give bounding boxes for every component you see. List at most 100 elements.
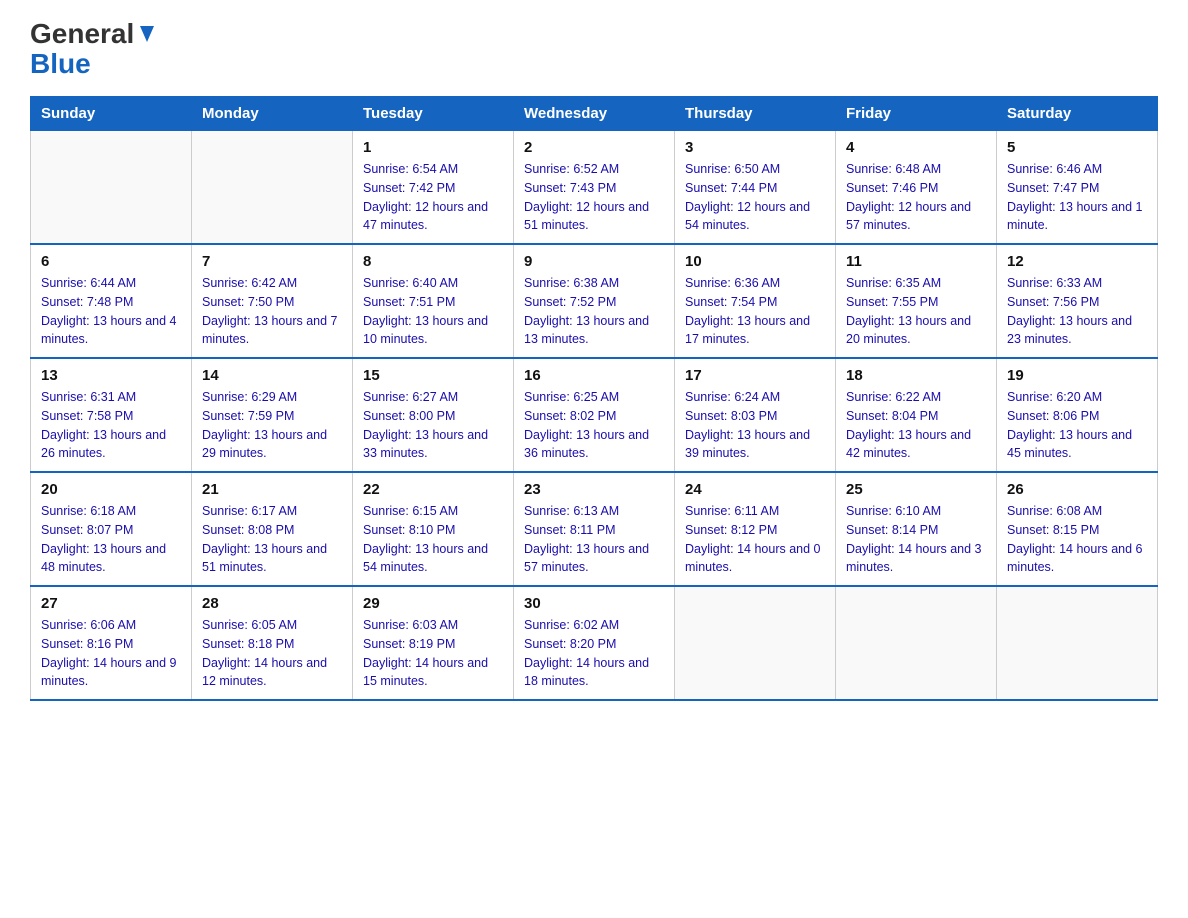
daylight-text: Daylight: 13 hours and 7 minutes. xyxy=(202,312,342,350)
sunset-text: Sunset: 8:07 PM xyxy=(41,521,181,540)
day-number: 26 xyxy=(1007,481,1147,498)
sun-info: Sunrise: 6:10 AMSunset: 8:14 PMDaylight:… xyxy=(846,502,986,577)
daylight-text: Daylight: 13 hours and 23 minutes. xyxy=(1007,312,1147,350)
daylight-text: Daylight: 13 hours and 10 minutes. xyxy=(363,312,503,350)
day-number: 17 xyxy=(685,367,825,384)
calendar-cell xyxy=(31,131,192,245)
sun-info: Sunrise: 6:50 AMSunset: 7:44 PMDaylight:… xyxy=(685,160,825,235)
sunrise-text: Sunrise: 6:29 AM xyxy=(202,388,342,407)
sunset-text: Sunset: 8:03 PM xyxy=(685,407,825,426)
day-number: 30 xyxy=(524,595,664,612)
sun-info: Sunrise: 6:38 AMSunset: 7:52 PMDaylight:… xyxy=(524,274,664,349)
daylight-text: Daylight: 13 hours and 54 minutes. xyxy=(363,540,503,578)
sunset-text: Sunset: 8:06 PM xyxy=(1007,407,1147,426)
daylight-text: Daylight: 13 hours and 42 minutes. xyxy=(846,426,986,464)
sunrise-text: Sunrise: 6:33 AM xyxy=(1007,274,1147,293)
calendar-cell: 11Sunrise: 6:35 AMSunset: 7:55 PMDayligh… xyxy=(836,244,997,358)
sunset-text: Sunset: 7:50 PM xyxy=(202,293,342,312)
day-number: 23 xyxy=(524,481,664,498)
sunrise-text: Sunrise: 6:15 AM xyxy=(363,502,503,521)
sun-info: Sunrise: 6:46 AMSunset: 7:47 PMDaylight:… xyxy=(1007,160,1147,235)
sun-info: Sunrise: 6:36 AMSunset: 7:54 PMDaylight:… xyxy=(685,274,825,349)
week-row-2: 6Sunrise: 6:44 AMSunset: 7:48 PMDaylight… xyxy=(31,244,1158,358)
calendar-cell: 22Sunrise: 6:15 AMSunset: 8:10 PMDayligh… xyxy=(353,472,514,586)
sunset-text: Sunset: 8:15 PM xyxy=(1007,521,1147,540)
daylight-text: Daylight: 14 hours and 0 minutes. xyxy=(685,540,825,578)
week-row-5: 27Sunrise: 6:06 AMSunset: 8:16 PMDayligh… xyxy=(31,586,1158,700)
sunset-text: Sunset: 7:42 PM xyxy=(363,179,503,198)
sun-info: Sunrise: 6:03 AMSunset: 8:19 PMDaylight:… xyxy=(363,616,503,691)
day-number: 4 xyxy=(846,139,986,156)
sun-info: Sunrise: 6:27 AMSunset: 8:00 PMDaylight:… xyxy=(363,388,503,463)
calendar-table: SundayMondayTuesdayWednesdayThursdayFrid… xyxy=(30,96,1158,701)
sunset-text: Sunset: 8:10 PM xyxy=(363,521,503,540)
day-header-sunday: Sunday xyxy=(31,97,192,131)
daylight-text: Daylight: 12 hours and 51 minutes. xyxy=(524,198,664,236)
sunrise-text: Sunrise: 6:25 AM xyxy=(524,388,664,407)
daylight-text: Daylight: 13 hours and 29 minutes. xyxy=(202,426,342,464)
daylight-text: Daylight: 13 hours and 51 minutes. xyxy=(202,540,342,578)
day-number: 28 xyxy=(202,595,342,612)
sunset-text: Sunset: 8:02 PM xyxy=(524,407,664,426)
calendar-cell: 28 Sunrise: 6:05 AMSunset: 8:18 PMDayligh… xyxy=(192,586,353,700)
sunrise-text: Sunrise: 6:52 AM xyxy=(524,160,664,179)
daylight-text: Daylight: 13 hours and 13 minutes. xyxy=(524,312,664,350)
calendar-cell xyxy=(836,586,997,700)
sunrise-text: Sunrise: 6:27 AM xyxy=(363,388,503,407)
calendar-cell: 15Sunrise: 6:27 AMSunset: 8:00 PMDayligh… xyxy=(353,358,514,472)
sun-info: Sunrise: 6:29 AMSunset: 7:59 PMDaylight:… xyxy=(202,388,342,463)
calendar-cell: 4Sunrise: 6:48 AMSunset: 7:46 PMDaylight… xyxy=(836,131,997,245)
sunset-text: Sunset: 7:58 PM xyxy=(41,407,181,426)
sunset-text: Sunset: 7:52 PM xyxy=(524,293,664,312)
calendar-cell: 26 Sunrise: 6:08 AMSunset: 8:15 PMDayligh… xyxy=(997,472,1158,586)
sunrise-text: Sunrise: 6:42 AM xyxy=(202,274,342,293)
sun-info: Sunrise: 6:44 AMSunset: 7:48 PMDaylight:… xyxy=(41,274,181,349)
sunrise-text: Sunrise: 6:06 AM xyxy=(41,616,181,635)
daylight-text: Daylight: 14 hours and 3 minutes. xyxy=(846,540,986,578)
sun-info: Sunrise: 6:18 AMSunset: 8:07 PMDaylight:… xyxy=(41,502,181,577)
day-number: 21 xyxy=(202,481,342,498)
calendar-cell: 12Sunrise: 6:33 AMSunset: 7:56 PMDayligh… xyxy=(997,244,1158,358)
calendar-cell: 17 Sunrise: 6:24 AMSunset: 8:03 PMDayligh… xyxy=(675,358,836,472)
sunset-text: Sunset: 7:46 PM xyxy=(846,179,986,198)
day-number: 19 xyxy=(1007,367,1147,384)
sunrise-text: Sunrise: 6:13 AM xyxy=(524,502,664,521)
day-number: 5 xyxy=(1007,139,1147,156)
day-headers-row: SundayMondayTuesdayWednesdayThursdayFrid… xyxy=(31,97,1158,131)
daylight-text: Daylight: 13 hours and 57 minutes. xyxy=(524,540,664,578)
day-number: 16 xyxy=(524,367,664,384)
day-number: 3 xyxy=(685,139,825,156)
logo: General Blue xyxy=(30,20,158,80)
sunset-text: Sunset: 7:56 PM xyxy=(1007,293,1147,312)
day-number: 20 xyxy=(41,481,181,498)
calendar-cell: 1Sunrise: 6:54 AMSunset: 7:42 PMDaylight… xyxy=(353,131,514,245)
sunrise-text: Sunrise: 6:11 AM xyxy=(685,502,825,521)
day-number: 1 xyxy=(363,139,503,156)
sunrise-text: Sunrise: 6:22 AM xyxy=(846,388,986,407)
sun-info: Sunrise: 6:17 AMSunset: 8:08 PMDaylight:… xyxy=(202,502,342,577)
sun-info: Sunrise: 6:35 AMSunset: 7:55 PMDaylight:… xyxy=(846,274,986,349)
sun-info: Sunrise: 6:08 AMSunset: 8:15 PMDaylight:… xyxy=(1007,502,1147,577)
page-header: General Blue xyxy=(30,20,1158,80)
calendar-cell: 25Sunrise: 6:10 AMSunset: 8:14 PMDayligh… xyxy=(836,472,997,586)
sunrise-text: Sunrise: 6:40 AM xyxy=(363,274,503,293)
day-number: 10 xyxy=(685,253,825,270)
sunset-text: Sunset: 7:51 PM xyxy=(363,293,503,312)
sunset-text: Sunset: 8:12 PM xyxy=(685,521,825,540)
logo-arrow-icon xyxy=(136,24,158,46)
sunrise-text: Sunrise: 6:48 AM xyxy=(846,160,986,179)
sun-info: Sunrise: 6:11 AMSunset: 8:12 PMDaylight:… xyxy=(685,502,825,577)
sun-info: Sunrise: 6:05 AMSunset: 8:18 PMDaylight:… xyxy=(202,616,342,691)
sunrise-text: Sunrise: 6:24 AM xyxy=(685,388,825,407)
daylight-text: Daylight: 13 hours and 20 minutes. xyxy=(846,312,986,350)
day-header-saturday: Saturday xyxy=(997,97,1158,131)
daylight-text: Daylight: 13 hours and 4 minutes. xyxy=(41,312,181,350)
sunset-text: Sunset: 7:44 PM xyxy=(685,179,825,198)
sunrise-text: Sunrise: 6:03 AM xyxy=(363,616,503,635)
daylight-text: Daylight: 14 hours and 12 minutes. xyxy=(202,654,342,692)
day-number: 27 xyxy=(41,595,181,612)
day-number: 24 xyxy=(685,481,825,498)
week-row-1: 1Sunrise: 6:54 AMSunset: 7:42 PMDaylight… xyxy=(31,131,1158,245)
calendar-cell xyxy=(997,586,1158,700)
sun-info: Sunrise: 6:24 AMSunset: 8:03 PMDaylight:… xyxy=(685,388,825,463)
